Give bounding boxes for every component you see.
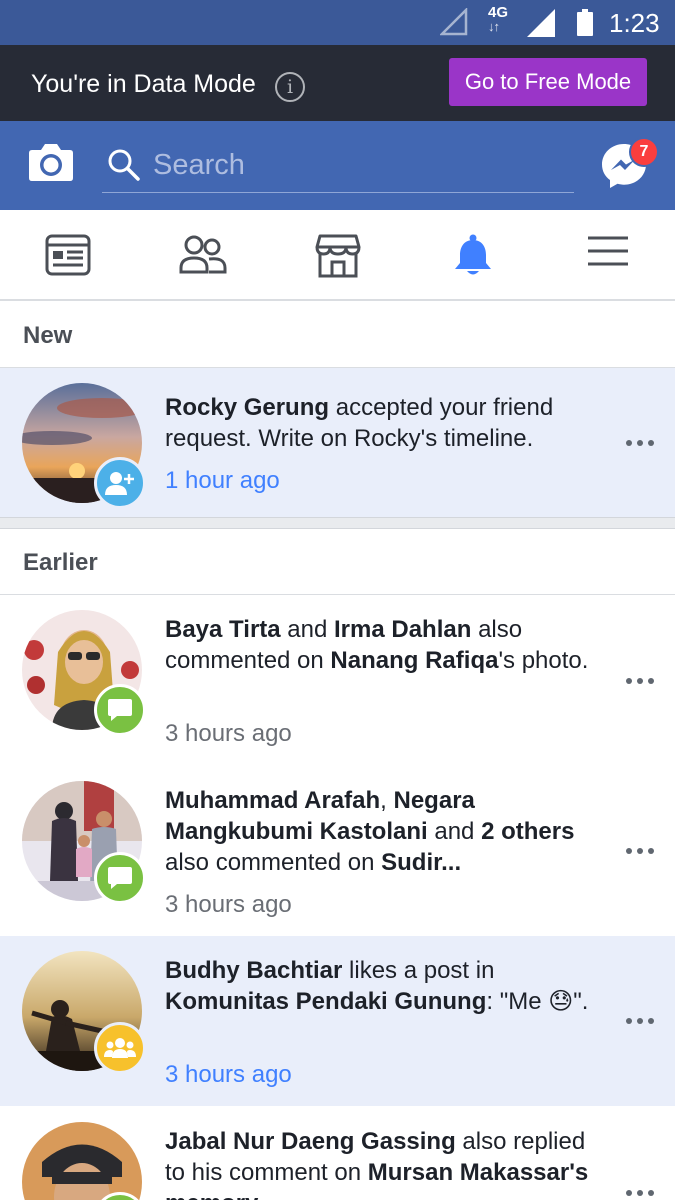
- no-signal-icon: [440, 8, 468, 36]
- bold-name[interactable]: Nanang Rafiqa: [330, 647, 498, 674]
- tab-news-feed[interactable]: [0, 210, 135, 299]
- network-arrows-icon: ↓↑: [488, 19, 500, 34]
- notification-text: Muhammad Arafah, Negara Mangkubumi Kasto…: [165, 785, 595, 878]
- data-mode-message: You're in Data Mode: [31, 70, 256, 98]
- group-icon: [94, 1022, 146, 1074]
- bold-name[interactable]: Irma Dahlan: [334, 616, 471, 643]
- comment-icon: [94, 852, 146, 904]
- hamburger-menu-icon: [587, 236, 628, 266]
- text-fragment: : "Me 😓".: [486, 988, 589, 1015]
- notification-item[interactable]: Muhammad Arafah, Negara Mangkubumi Kasto…: [0, 766, 675, 936]
- notification-item[interactable]: Budhy Bachtiar likes a post in Komunitas…: [0, 936, 675, 1106]
- notification-item[interactable]: Jabal Nur Daeng Gassing also replied to …: [0, 1106, 675, 1200]
- text-fragment: ,: [380, 787, 394, 814]
- marketplace-icon: [315, 234, 360, 278]
- notification-time: 3 hours ago: [165, 720, 292, 747]
- bold-name[interactable]: Jabal Nur Daeng Gassing: [165, 1128, 456, 1155]
- search-input[interactable]: Search: [102, 139, 574, 193]
- bold-name[interactable]: Rocky Gerung: [165, 394, 329, 421]
- section-earlier-label: Earlier: [23, 549, 98, 576]
- tab-friend-requests[interactable]: [135, 210, 270, 299]
- notification-time: 3 hours ago: [165, 1061, 292, 1088]
- section-divider: [0, 517, 675, 529]
- notification-text: Jabal Nur Daeng Gassing also replied to …: [165, 1126, 595, 1200]
- bold-name[interactable]: Baya Tirta: [165, 616, 281, 643]
- notification-text: Baya Tirta and Irma Dahlan also commente…: [165, 614, 595, 676]
- section-new-label: New: [23, 322, 73, 349]
- avatar: [22, 1122, 142, 1200]
- camera-icon[interactable]: [28, 142, 74, 182]
- clock: 1:23: [609, 8, 660, 38]
- notification-text: Rocky Gerung accepted your friend reques…: [165, 392, 595, 454]
- info-icon[interactable]: i: [275, 72, 305, 102]
- top-header: Search 7: [0, 121, 675, 210]
- bold-name[interactable]: Budhy Bachtiar: [165, 957, 342, 984]
- messenger-unread-badge: 7: [629, 137, 659, 167]
- tab-notifications[interactable]: [405, 210, 540, 299]
- notification-item[interactable]: Baya Tirta and Irma Dahlan also commente…: [0, 596, 675, 766]
- more-options-icon[interactable]: [626, 846, 656, 856]
- bold-name[interactable]: Komunitas Pendaki Gunung: [165, 988, 486, 1015]
- go-to-free-mode-button[interactable]: Go to Free Mode: [449, 58, 647, 106]
- more-options-icon[interactable]: [626, 1016, 656, 1026]
- friends-icon: [179, 235, 226, 274]
- more-options-icon[interactable]: [626, 1188, 656, 1198]
- search-icon: [108, 149, 140, 181]
- tab-bar: [0, 210, 675, 301]
- section-earlier-header: Earlier: [0, 529, 675, 595]
- friend-accept-icon: [94, 457, 146, 509]
- bold-name[interactable]: 2 others: [481, 818, 574, 845]
- notification-item[interactable]: Rocky Gerung accepted your friend reques…: [0, 368, 675, 517]
- tab-marketplace[interactable]: [270, 210, 405, 299]
- text-fragment: likes a post in: [342, 957, 495, 984]
- notification-time: 3 hours ago: [165, 891, 292, 918]
- text-fragment: 's photo.: [498, 647, 589, 674]
- bold-name[interactable]: Sudir...: [381, 849, 461, 876]
- status-bar: 4G ↓↑ 1:23: [0, 0, 675, 45]
- section-new-header: New: [0, 302, 675, 368]
- data-mode-banner: You're in Data Mode i Go to Free Mode: [0, 45, 675, 121]
- text-fragment: and: [427, 818, 482, 845]
- tab-menu[interactable]: [540, 210, 675, 299]
- search-placeholder: Search: [153, 149, 245, 181]
- notification-time: 1 hour ago: [165, 467, 280, 494]
- network-indicator: 4G ↓↑: [488, 5, 508, 34]
- bold-name[interactable]: Muhammad Arafah: [165, 787, 380, 814]
- more-options-icon[interactable]: [626, 676, 656, 686]
- news-feed-icon: [45, 234, 90, 276]
- notification-text: Budhy Bachtiar likes a post in Komunitas…: [165, 955, 595, 1017]
- more-options-icon[interactable]: [626, 438, 656, 448]
- comment-icon: [94, 684, 146, 736]
- signal-strength-icon: [527, 9, 555, 37]
- bell-icon: [454, 234, 491, 275]
- text-fragment: and: [280, 616, 335, 643]
- text-fragment: also commented on: [165, 849, 382, 876]
- battery-icon: [577, 9, 593, 36]
